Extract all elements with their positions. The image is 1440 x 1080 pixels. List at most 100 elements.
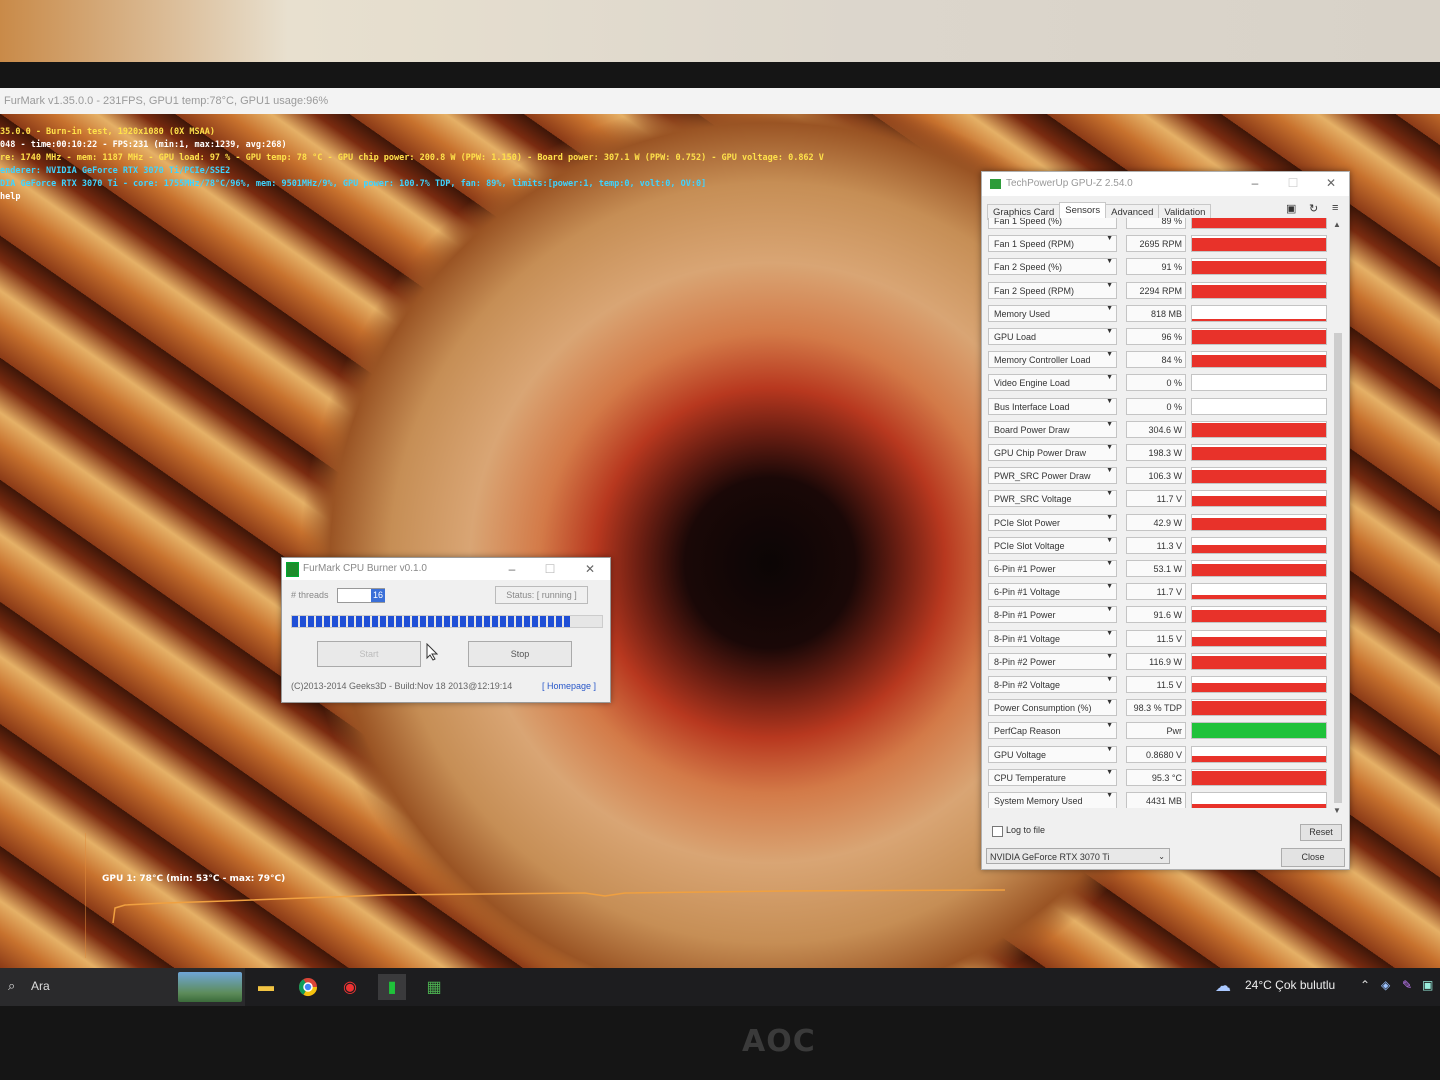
- sensor-name[interactable]: Bus Interface Load: [988, 397, 1117, 415]
- sensor-name[interactable]: PCIe Slot Voltage: [988, 536, 1117, 554]
- sensor-name[interactable]: Memory Used: [988, 304, 1117, 322]
- dropdown-arrow-icon[interactable]: ▼: [1106, 282, 1113, 289]
- dropdown-arrow-icon[interactable]: ▼: [1106, 769, 1113, 776]
- close-window-button[interactable]: Close: [1281, 848, 1345, 867]
- sensor-name[interactable]: 8-Pin #1 Voltage: [988, 629, 1117, 647]
- sensor-name-box[interactable]: PWR_SRC Voltage ▼: [988, 490, 1117, 508]
- reset-button[interactable]: Reset: [1300, 824, 1342, 841]
- homepage-link[interactable]: [ Homepage ]: [542, 681, 596, 691]
- dropdown-arrow-icon[interactable]: ▼: [1106, 514, 1113, 521]
- dropdown-arrow-icon[interactable]: ▼: [1106, 792, 1113, 799]
- scroll-down-icon[interactable]: ▼: [1333, 806, 1341, 815]
- sensor-name-box[interactable]: GPU Chip Power Draw ▼: [988, 444, 1117, 461]
- scroll-thumb[interactable]: [1334, 333, 1342, 803]
- sensor-name-box[interactable]: Memory Controller Load ▼: [988, 351, 1117, 369]
- dropdown-arrow-icon[interactable]: ▼: [1106, 444, 1113, 451]
- sensor-name[interactable]: GPU Load: [988, 328, 1117, 345]
- refresh-icon[interactable]: ↻: [1309, 202, 1318, 215]
- tab-sensors[interactable]: Sensors: [1059, 202, 1107, 218]
- sensor-name[interactable]: CPU Temperature: [988, 768, 1117, 786]
- camera-icon[interactable]: ▣: [1286, 202, 1296, 215]
- gpuz-taskbar-icon[interactable]: ▦: [420, 974, 448, 1000]
- sensor-name-box[interactable]: 6-Pin #1 Power ▼: [988, 560, 1117, 577]
- sensor-name[interactable]: PCIe Slot Power: [988, 513, 1117, 531]
- pen-icon[interactable]: ✎: [1402, 978, 1412, 992]
- sensor-name[interactable]: System Memory Used: [988, 792, 1117, 808]
- dropdown-arrow-icon[interactable]: ▼: [1106, 653, 1113, 660]
- sensor-name-box[interactable]: GPU Load ▼: [988, 328, 1117, 345]
- sensor-name[interactable]: 8-Pin #1 Power: [988, 606, 1117, 624]
- maximize-button[interactable]: ☐: [1275, 172, 1311, 194]
- close-button[interactable]: ✕: [572, 558, 608, 580]
- dropdown-arrow-icon[interactable]: ▼: [1106, 258, 1113, 265]
- sensor-name-box[interactable]: PWR_SRC Power Draw ▼: [988, 467, 1117, 485]
- sensor-name-box[interactable]: PCIe Slot Power ▼: [988, 513, 1117, 531]
- sensor-name[interactable]: Fan 1 Speed (%): [988, 218, 1117, 229]
- dropdown-arrow-icon[interactable]: ▼: [1106, 746, 1113, 753]
- sensor-name[interactable]: PWR_SRC Voltage: [988, 490, 1117, 508]
- dropdown-arrow-icon[interactable]: ▼: [1106, 305, 1113, 312]
- sensor-name-box[interactable]: Memory Used ▼: [988, 304, 1117, 322]
- steam-icon[interactable]: ◈: [1381, 978, 1390, 992]
- dropdown-arrow-icon[interactable]: ▼: [1106, 537, 1113, 544]
- sensor-name[interactable]: GPU Chip Power Draw: [988, 444, 1117, 461]
- dropdown-arrow-icon[interactable]: ▼: [1106, 467, 1113, 474]
- sensor-name[interactable]: 8-Pin #2 Voltage: [988, 676, 1117, 693]
- sensor-name-box[interactable]: 8-Pin #1 Power ▼: [988, 606, 1117, 624]
- close-button[interactable]: ✕: [1313, 172, 1349, 194]
- file-explorer-icon[interactable]: ▬: [252, 974, 280, 1000]
- minimize-button[interactable]: –: [494, 558, 530, 580]
- sensor-name[interactable]: 8-Pin #2 Power: [988, 652, 1117, 670]
- dropdown-arrow-icon[interactable]: ▼: [1106, 630, 1113, 637]
- sensor-name-box[interactable]: 8-Pin #2 Power ▼: [988, 652, 1117, 670]
- furmark-taskbar-icon[interactable]: ◉: [336, 974, 364, 1000]
- start-button[interactable]: Start: [317, 641, 421, 667]
- sensor-name-box[interactable]: PCIe Slot Voltage ▼: [988, 536, 1117, 554]
- sensor-name-box[interactable]: Bus Interface Load ▼: [988, 397, 1117, 415]
- sensor-name[interactable]: 6-Pin #1 Power: [988, 560, 1117, 577]
- dropdown-arrow-icon[interactable]: ▼: [1106, 583, 1113, 590]
- maximize-button[interactable]: ☐: [532, 558, 568, 580]
- menu-icon[interactable]: ≡: [1332, 202, 1338, 214]
- dropdown-arrow-icon[interactable]: ▼: [1106, 421, 1113, 428]
- dropdown-arrow-icon[interactable]: ▼: [1106, 328, 1113, 335]
- scroll-up-icon[interactable]: ▲: [1333, 220, 1341, 229]
- sensor-name[interactable]: PerfCap Reason: [988, 722, 1117, 740]
- sensor-name[interactable]: Power Consumption (%): [988, 699, 1117, 717]
- sensor-name-box[interactable]: PerfCap Reason ▼: [988, 722, 1117, 740]
- sensor-name[interactable]: Board Power Draw: [988, 420, 1117, 438]
- device-select[interactable]: NVIDIA GeForce RTX 3070 Ti ⌄: [986, 848, 1170, 864]
- sensor-name-box[interactable]: 8-Pin #2 Voltage ▼: [988, 676, 1117, 693]
- sensor-name-box[interactable]: 8-Pin #1 Voltage ▼: [988, 629, 1117, 647]
- sensor-name[interactable]: Fan 2 Speed (RPM): [988, 281, 1117, 299]
- sensor-name-box[interactable]: Board Power Draw ▼: [988, 420, 1117, 438]
- sensor-name[interactable]: 6-Pin #1 Voltage: [988, 583, 1117, 601]
- sensor-name[interactable]: Video Engine Load: [988, 374, 1117, 392]
- threads-input[interactable]: 16: [337, 588, 386, 603]
- sensor-name[interactable]: PWR_SRC Power Draw: [988, 467, 1117, 485]
- dropdown-arrow-icon[interactable]: ▼: [1106, 490, 1113, 497]
- minimize-button[interactable]: –: [1237, 172, 1273, 194]
- weather-text[interactable]: 24°C Çok bulutlu: [1245, 978, 1335, 992]
- dropdown-arrow-icon[interactable]: ▼: [1106, 218, 1113, 219]
- sensor-name-box[interactable]: Fan 2 Speed (RPM) ▼: [988, 281, 1117, 299]
- sensor-name-box[interactable]: CPU Temperature ▼: [988, 768, 1117, 786]
- cpu-burner-taskbar-icon[interactable]: ▮: [378, 974, 406, 1000]
- dropdown-arrow-icon[interactable]: ▼: [1106, 398, 1113, 405]
- dropdown-arrow-icon[interactable]: ▼: [1106, 676, 1113, 683]
- sensor-name-box[interactable]: Fan 1 Speed (%)▼: [988, 218, 1117, 229]
- chevron-up-icon[interactable]: ⌃: [1360, 978, 1370, 992]
- sensor-name[interactable]: GPU Voltage: [988, 745, 1117, 763]
- dropdown-arrow-icon[interactable]: ▼: [1106, 722, 1113, 729]
- dropdown-arrow-icon[interactable]: ▼: [1106, 606, 1113, 613]
- sensor-name[interactable]: Fan 1 Speed (RPM): [988, 235, 1117, 253]
- sensor-scrollbar[interactable]: ▲ ▼: [1332, 218, 1344, 818]
- stop-button[interactable]: Stop: [468, 641, 572, 667]
- sensor-name[interactable]: Memory Controller Load: [988, 351, 1117, 369]
- dropdown-arrow-icon[interactable]: ▼: [1106, 699, 1113, 706]
- dropdown-arrow-icon[interactable]: ▼: [1106, 560, 1113, 567]
- sensor-name-box[interactable]: Fan 1 Speed (RPM) ▼: [988, 235, 1117, 253]
- chrome-icon[interactable]: [294, 974, 322, 1000]
- taskbar-search[interactable]: ⌕ Ara: [0, 968, 245, 1006]
- sensor-name-box[interactable]: 6-Pin #1 Voltage ▼: [988, 583, 1117, 601]
